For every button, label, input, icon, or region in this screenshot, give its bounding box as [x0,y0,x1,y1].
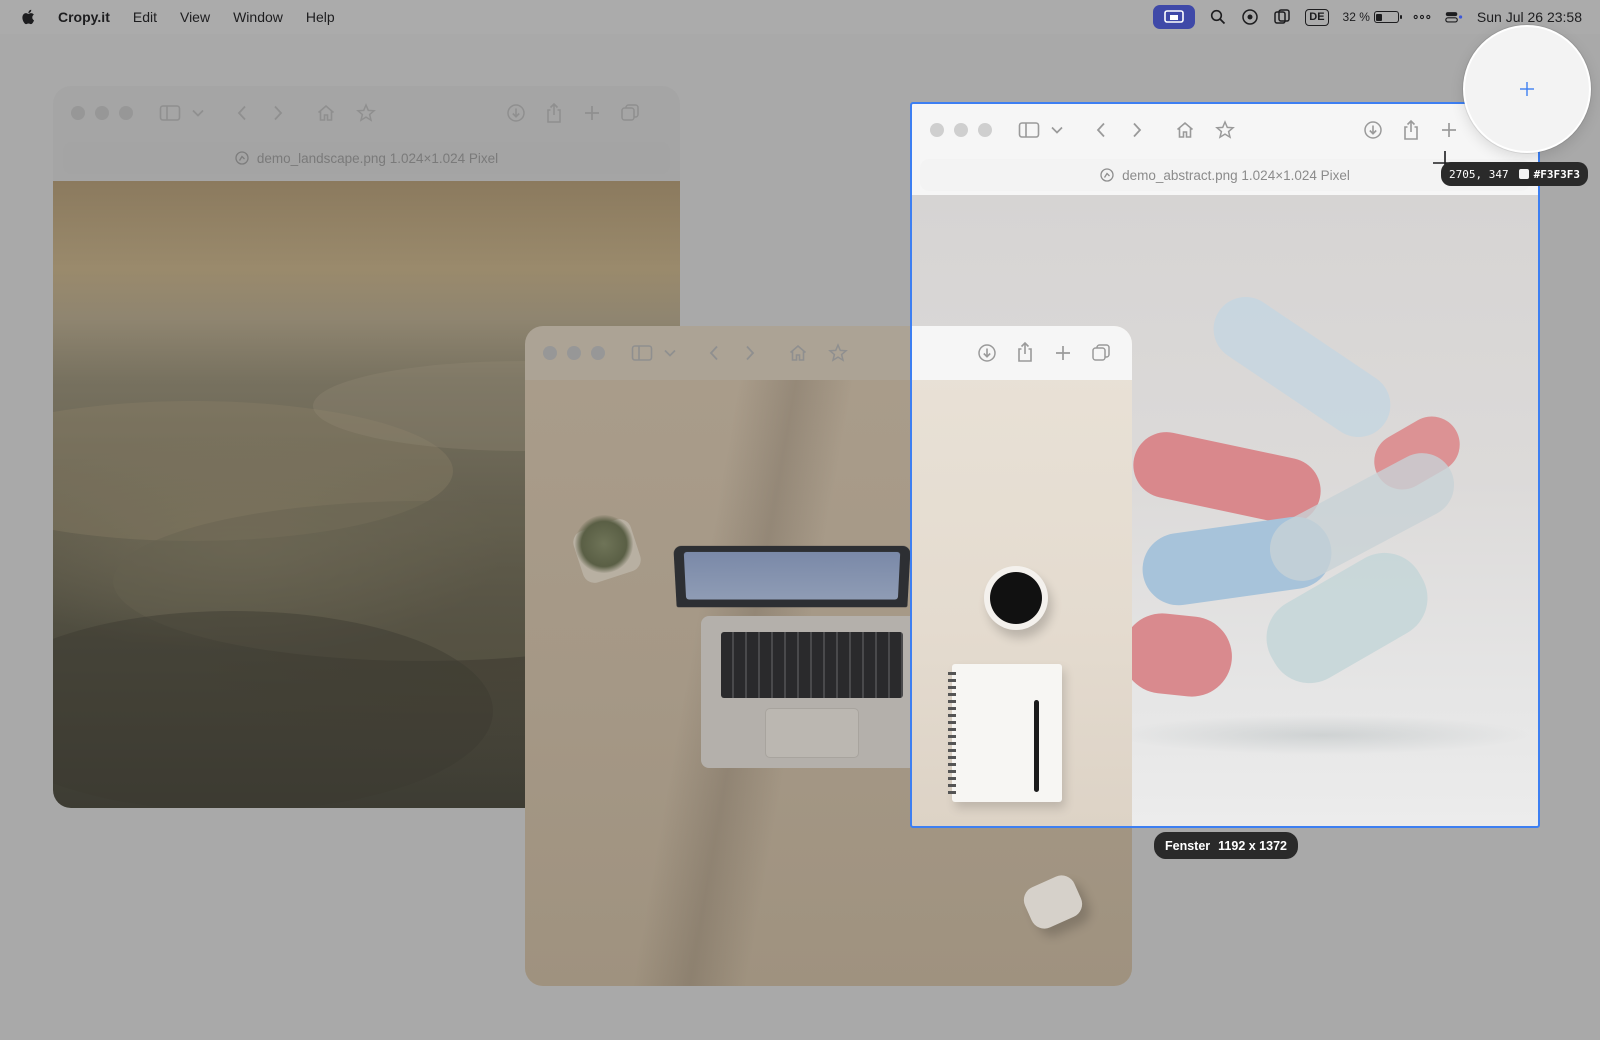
tab-overview-icon[interactable] [619,102,641,124]
close-button[interactable] [543,346,557,360]
loupe-magnifier [1463,25,1591,153]
battery-level-fill [1376,13,1383,21]
app-menu[interactable]: Cropy.it [58,9,110,25]
laptop-base [701,616,923,768]
menu-help[interactable]: Help [306,9,335,25]
battery-icon[interactable] [1373,11,1402,23]
laptop-screen [673,545,911,608]
cursor-info-label: 2705, 347 #F3F3F3 [1441,162,1588,186]
menubar-clock[interactable]: Sun Jul 26 23:58 [1477,9,1582,25]
menu-window[interactable]: Window [233,9,283,25]
focus-target-icon[interactable] [1241,8,1259,26]
star-icon[interactable] [355,102,377,124]
minimize-button[interactable] [567,346,581,360]
close-button[interactable] [71,106,85,120]
trackpad [765,708,859,758]
chevron-down-icon[interactable] [659,342,681,364]
plant [575,515,633,573]
back-arrow-icon[interactable] [703,342,725,364]
home-icon[interactable] [787,342,809,364]
screen-capture-status-icon[interactable] [1153,5,1196,29]
chevron-down-icon[interactable] [187,102,209,124]
address-bar[interactable]: demo_landscape.png 1.024×1.024 Pixel [63,142,670,174]
menu-view[interactable]: View [180,9,210,25]
sidebar-toggle-icon[interactable] [159,102,181,124]
window-controls [71,106,143,120]
forward-arrow-icon[interactable] [739,342,761,364]
capture-mode-label: Fenster [1165,838,1211,853]
capture-size-value: 1192 x 1372 [1218,838,1287,853]
input-language-badge[interactable]: DE [1305,8,1329,26]
window-stack-icon[interactable] [1273,8,1291,26]
home-icon[interactable] [315,102,337,124]
zoom-button[interactable] [119,106,133,120]
control-center-icon[interactable] [1445,8,1463,26]
menu-edit[interactable]: Edit [133,9,157,25]
cursor-coordinates: 2705, 347 [1449,167,1509,181]
color-swatch [1518,169,1529,179]
more-dots-icon[interactable] [1413,8,1431,26]
share-icon[interactable] [543,102,565,124]
zoom-button[interactable] [591,346,605,360]
keyboard [721,632,903,698]
forward-arrow-icon[interactable] [267,102,289,124]
new-tab-plus-icon[interactable] [581,102,603,124]
address-bar-text: demo_landscape.png 1.024×1.024 Pixel [256,150,499,166]
battery-percentage: 32 % [1342,10,1370,24]
capture-size-label: Fenster 1192 x 1372 [1154,832,1298,859]
window-selection-frame[interactable] [910,102,1540,828]
color-hex-value: #F3F3F3 [1533,167,1580,181]
loupe-crosshair-icon [1520,82,1534,96]
star-icon[interactable] [827,342,849,364]
download-icon[interactable] [505,102,527,124]
apple-logo-icon[interactable] [20,8,38,26]
minimize-button[interactable] [95,106,109,120]
window-toolbar [53,86,680,140]
image-file-icon [235,151,249,165]
menu-bar: Cropy.it Edit View Window Help DE 32 % S… [0,0,1600,34]
window-controls [543,346,615,360]
spotlight-search-icon[interactable] [1209,8,1227,26]
sidebar-toggle-icon[interactable] [631,342,653,364]
back-arrow-icon[interactable] [231,102,253,124]
